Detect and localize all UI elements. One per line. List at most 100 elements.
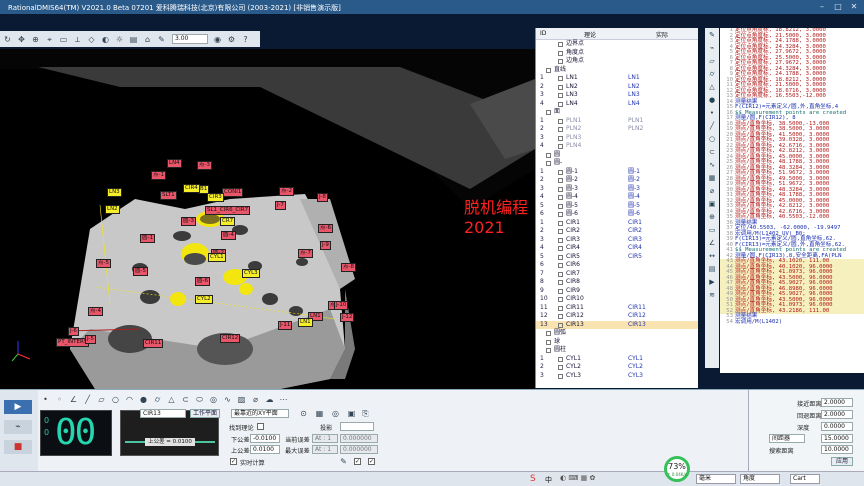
lower-tolerance-input[interactable]: -0.0100 bbox=[250, 434, 280, 443]
tree-expand-icon[interactable] bbox=[558, 254, 563, 260]
tree-expand-icon[interactable] bbox=[558, 50, 563, 56]
workplane-button[interactable]: 工作平面 bbox=[190, 409, 220, 418]
signal-icon[interactable]: ≋ bbox=[707, 291, 717, 300]
cycle-select[interactable]: 间距器 bbox=[769, 434, 805, 443]
arc-type-icon[interactable]: ◠ bbox=[124, 394, 135, 405]
curve-type-icon[interactable]: ∿ bbox=[222, 394, 233, 405]
tree-expand-icon[interactable] bbox=[558, 93, 563, 98]
tree-expand-icon[interactable] bbox=[558, 101, 563, 107]
view-front-icon[interactable]: ▭ bbox=[58, 34, 69, 45]
tree-row[interactable]: 3 CIR3 CIR3 bbox=[536, 236, 698, 245]
ime-lang-icon[interactable]: 中 bbox=[545, 475, 552, 485]
probe-icon[interactable]: ✎ bbox=[156, 34, 167, 45]
point-type-icon[interactable]: • bbox=[40, 394, 51, 405]
tree-row[interactable]: 7 CIR7 bbox=[536, 270, 698, 279]
edit-icon[interactable]: ✎ bbox=[707, 31, 717, 40]
angle-icon[interactable]: ∠ bbox=[707, 239, 717, 248]
tree-row[interactable]: 角度点 bbox=[536, 49, 698, 58]
cone-icon[interactable]: △ bbox=[707, 83, 717, 92]
zoom-input[interactable]: 3.00 bbox=[172, 34, 208, 44]
tree-row[interactable]: 1 CIR1 CIR1 bbox=[536, 219, 698, 228]
label-cyl1[interactable]: CYL1 bbox=[208, 253, 226, 262]
tree-row[interactable]: 直线 bbox=[536, 66, 698, 75]
flatness-icon[interactable]: ▭ bbox=[707, 226, 717, 235]
tree-row[interactable]: 11 CIR11 CIR11 bbox=[536, 304, 698, 313]
tree-row[interactable]: 1 PLN1 PLN1 bbox=[536, 117, 698, 126]
tree-row[interactable]: 3 PLN3 bbox=[536, 134, 698, 143]
section-icon[interactable]: ▤ bbox=[128, 34, 139, 45]
tree-expand-icon[interactable] bbox=[558, 135, 563, 141]
projection-input[interactable] bbox=[340, 422, 374, 431]
tree-row[interactable]: 2 PLN2 PLN2 bbox=[536, 125, 698, 134]
label-circle-6[interactable]: 圆-6 bbox=[195, 277, 210, 286]
gdt-type-icon[interactable]: ⌀ bbox=[250, 394, 261, 405]
tree-row[interactable]: 边角点 bbox=[536, 57, 698, 66]
label-point-5[interactable]: 点-5 bbox=[96, 259, 111, 268]
tree-expand-icon[interactable] bbox=[558, 263, 563, 268]
cone-type-icon[interactable]: △ bbox=[166, 394, 177, 405]
label-j7[interactable]: J-7 bbox=[275, 201, 286, 210]
tree-expand-icon[interactable] bbox=[558, 288, 563, 294]
zoom-fit-icon[interactable]: ⊕ bbox=[30, 34, 41, 45]
edit-tol-icon[interactable]: ✎ bbox=[338, 456, 349, 467]
tree-row[interactable]: 1 LN1 LN1 bbox=[536, 74, 698, 83]
label-cr7[interactable]: CR7 bbox=[220, 217, 236, 226]
ime-tools-icon[interactable]: ◐ ⌨ ▦ ✿ bbox=[560, 474, 595, 482]
tree-row[interactable]: 2 LN2 LN2 bbox=[536, 83, 698, 92]
tree-expand-icon[interactable] bbox=[558, 169, 563, 175]
label-point-2[interactable]: 点-2 bbox=[279, 187, 294, 196]
help-icon[interactable]: ? bbox=[240, 34, 251, 45]
tree-expand-icon[interactable] bbox=[558, 127, 563, 132]
circle-type-icon[interactable]: ○ bbox=[110, 394, 121, 405]
tree-expand-icon[interactable] bbox=[546, 67, 551, 73]
maximize-icon[interactable]: □ bbox=[832, 2, 844, 11]
pan-icon[interactable]: ✥ bbox=[16, 34, 27, 45]
tree-expand-icon[interactable] bbox=[558, 356, 563, 362]
cylinder-type-icon[interactable]: ⌭ bbox=[152, 394, 163, 405]
torus-type-icon[interactable]: ◎ bbox=[208, 394, 219, 405]
curve-icon[interactable]: ∿ bbox=[707, 161, 717, 170]
tree-row[interactable]: 圆 bbox=[536, 151, 698, 160]
tree-row[interactable]: 4 CIR4 CIR4 bbox=[536, 244, 698, 253]
label-j5[interactable]: J-5 bbox=[85, 335, 96, 344]
cylinder-icon[interactable]: ⌭ bbox=[707, 70, 717, 79]
cad-viewport[interactable]: LN4 点-3 点-1 点-2 圆-3 圆-4 圆-1 圆-2 圆-5 圆-6 … bbox=[0, 49, 535, 389]
copy-feature-icon[interactable]: ⎘ bbox=[360, 408, 371, 419]
tree-row[interactable]: 13 CIR13 CIR13 bbox=[536, 320, 698, 329]
label-j11[interactable]: J-11 bbox=[278, 321, 293, 330]
tree-row[interactable]: 球 bbox=[536, 338, 698, 347]
tree-expand-icon[interactable] bbox=[558, 76, 563, 81]
settings-icon[interactable]: ⚙ bbox=[226, 34, 237, 45]
output-icon[interactable]: ▤ bbox=[707, 265, 717, 274]
point-icon[interactable]: • bbox=[707, 109, 717, 118]
depth-input[interactable]: 0.0000 bbox=[821, 422, 853, 431]
extra-checkbox[interactable]: ✓ bbox=[368, 458, 375, 465]
apply-checkbox[interactable]: ✓ bbox=[354, 458, 361, 465]
tree-expand-icon[interactable] bbox=[558, 118, 563, 124]
label-circle-5[interactable]: 圆-5 bbox=[133, 267, 148, 276]
realtime-checkbox[interactable]: ✓ bbox=[230, 458, 237, 465]
report-icon[interactable]: ▦ bbox=[707, 174, 717, 183]
tree-row[interactable]: 2 圆-2 圆-2 bbox=[536, 176, 698, 185]
tree-expand-icon[interactable] bbox=[558, 203, 563, 209]
tree-row[interactable]: 圆柱 bbox=[536, 346, 698, 355]
rotate-icon[interactable]: ↻ bbox=[2, 34, 13, 45]
axis-icon[interactable]: ⟂ bbox=[72, 34, 83, 45]
distance-icon[interactable]: ↔ bbox=[707, 252, 717, 261]
tree-expand-icon[interactable] bbox=[558, 178, 563, 183]
camera-icon[interactable]: ◉ bbox=[212, 34, 223, 45]
edge-point-icon[interactable]: ◦ bbox=[54, 394, 65, 405]
label-circle-1[interactable]: 圆-1 bbox=[140, 234, 155, 243]
tree-row[interactable]: 9 CIR9 bbox=[536, 287, 698, 296]
label-cir3[interactable]: CIR3 bbox=[207, 193, 224, 202]
ime-icon[interactable]: S bbox=[530, 474, 536, 484]
tree-expand-icon[interactable] bbox=[558, 280, 563, 285]
select-icon[interactable]: ⌖ bbox=[44, 34, 55, 45]
upper-tolerance-input[interactable]: 0.0100 bbox=[250, 445, 280, 454]
label-circle-3[interactable]: 圆-3 bbox=[181, 217, 196, 226]
tree-expand-icon[interactable] bbox=[558, 144, 563, 149]
tree-row[interactable]: 3 LN3 LN3 bbox=[536, 91, 698, 100]
tree-row[interactable]: 1 CYL1 CYL1 bbox=[536, 355, 698, 364]
label-circle-4[interactable]: 圆-4 bbox=[221, 231, 236, 240]
label-cir11[interactable]: CIR11 bbox=[143, 339, 164, 348]
